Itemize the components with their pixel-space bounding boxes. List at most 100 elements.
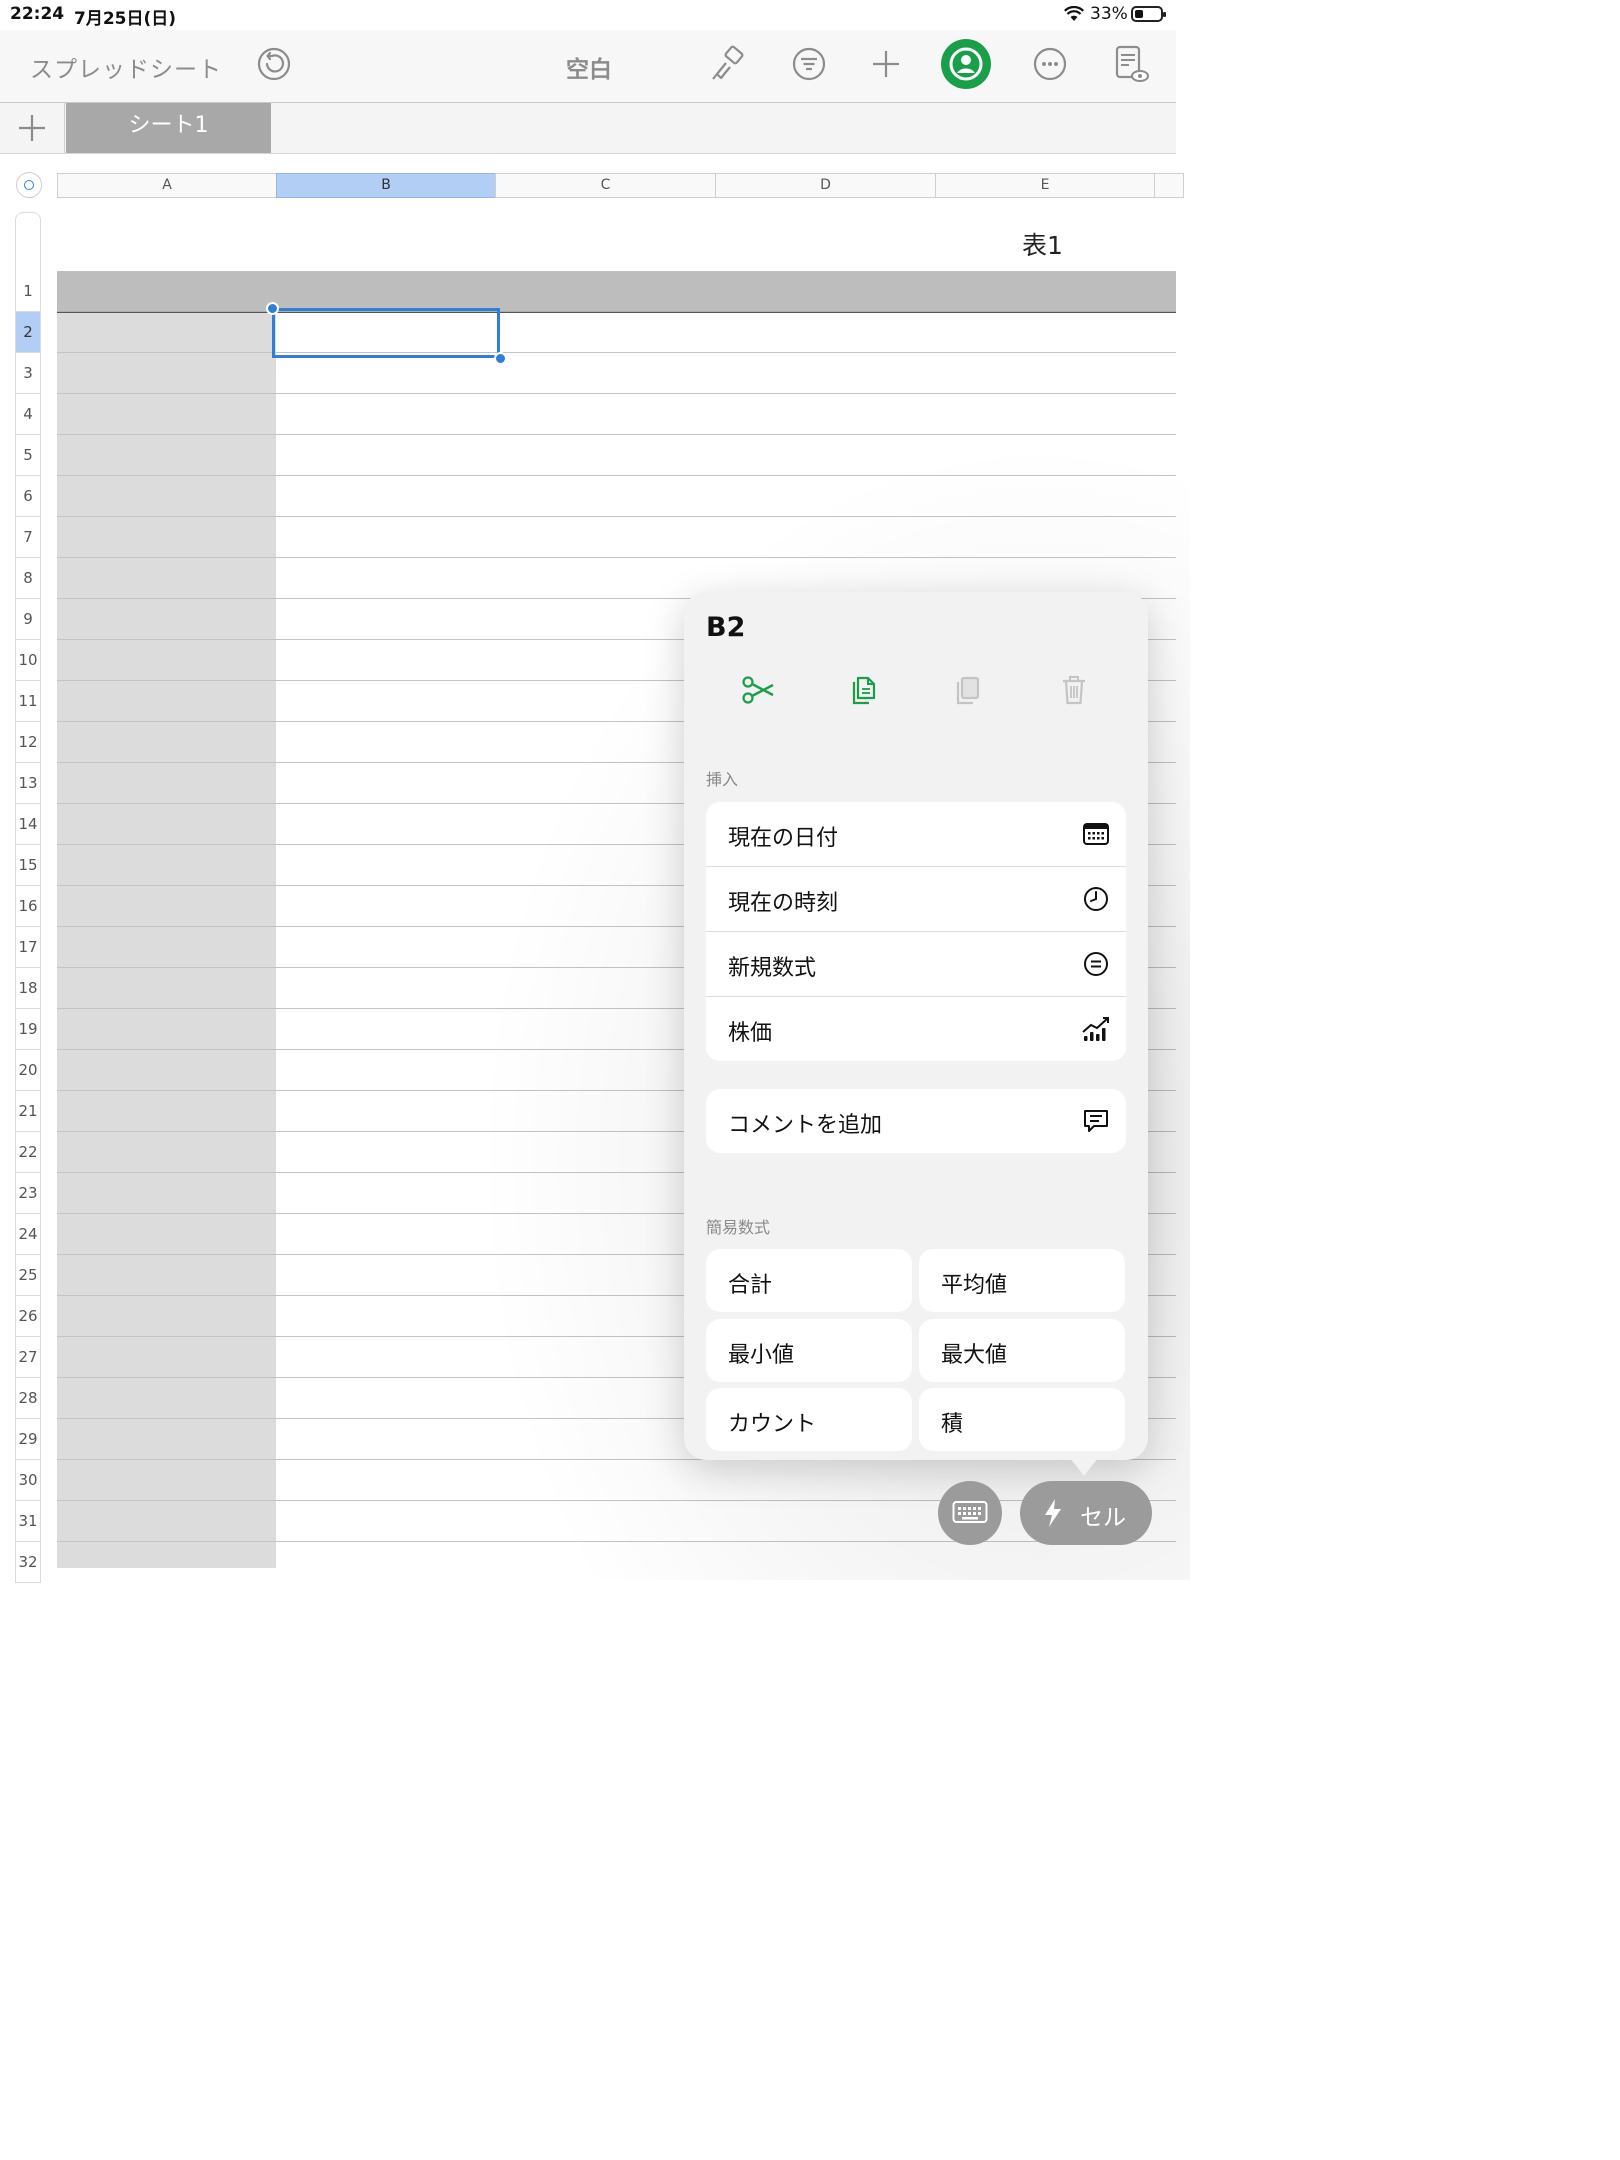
quick-count-button[interactable]: カウント [706, 1388, 912, 1451]
table-cell[interactable] [495, 353, 715, 394]
table-cell[interactable] [57, 394, 277, 435]
column-header-d[interactable]: D [715, 173, 936, 198]
table-cell[interactable] [276, 476, 496, 517]
table-cell[interactable] [1152, 845, 1176, 886]
row-header-10[interactable]: 10 [15, 640, 41, 681]
row-header-28[interactable]: 28 [15, 1378, 41, 1419]
table-cell[interactable] [57, 1050, 277, 1091]
table-cell[interactable] [1152, 722, 1176, 763]
table-cell[interactable] [1152, 435, 1176, 476]
table-cell[interactable] [495, 1378, 715, 1419]
row-header-16[interactable]: 16 [15, 886, 41, 927]
table-cell[interactable] [933, 353, 1153, 394]
table-cell[interactable] [276, 599, 496, 640]
table-cell[interactable] [57, 1132, 277, 1173]
table-cell[interactable] [495, 1337, 715, 1378]
table-cell[interactable] [57, 1173, 277, 1214]
table-cell[interactable] [714, 353, 934, 394]
table-cell[interactable] [714, 1542, 934, 1568]
table-cell[interactable] [276, 640, 496, 681]
selection-handle-top-left[interactable] [266, 302, 279, 315]
document-title[interactable]: 空白 [566, 50, 612, 84]
table-cell[interactable] [1152, 1091, 1176, 1132]
table-cell[interactable] [495, 394, 715, 435]
table-cell[interactable] [495, 1050, 715, 1091]
table-cell[interactable] [57, 1255, 277, 1296]
table-cell[interactable] [1152, 1542, 1176, 1568]
table-cell[interactable] [495, 1460, 715, 1501]
row-header-4[interactable]: 4 [15, 394, 41, 435]
table-cell[interactable] [1152, 1132, 1176, 1173]
table-cell[interactable] [1152, 1173, 1176, 1214]
table-cell[interactable] [57, 1091, 277, 1132]
column-header-a[interactable]: A [57, 173, 277, 198]
row-header-21[interactable]: 21 [15, 1091, 41, 1132]
table-cell[interactable] [276, 1501, 496, 1542]
insert-stock[interactable]: 株価 [706, 997, 1126, 1061]
table-cell[interactable] [57, 1009, 277, 1050]
table-cell[interactable] [495, 804, 715, 845]
table-cell[interactable] [276, 1337, 496, 1378]
table-cell[interactable] [495, 476, 715, 517]
table-cell[interactable] [57, 886, 277, 927]
row-header-3[interactable]: 3 [15, 353, 41, 394]
table-cell[interactable] [1152, 968, 1176, 1009]
table-cell[interactable] [1152, 476, 1176, 517]
table-cell[interactable] [495, 1214, 715, 1255]
cut-icon[interactable] [738, 670, 778, 710]
table-cell[interactable] [933, 435, 1153, 476]
select-all-button[interactable] [16, 172, 42, 198]
table-cell[interactable] [495, 886, 715, 927]
row-header-7[interactable]: 7 [15, 517, 41, 558]
table-cell[interactable] [1152, 1009, 1176, 1050]
table-cell[interactable] [1152, 1296, 1176, 1337]
table-cell[interactable] [933, 394, 1153, 435]
table-cell[interactable] [1152, 312, 1176, 353]
table-cell[interactable] [495, 517, 715, 558]
table-cell[interactable] [276, 681, 496, 722]
table-cell[interactable] [57, 1419, 277, 1460]
table-cell[interactable] [57, 353, 277, 394]
table-cell[interactable] [714, 394, 934, 435]
table-cell[interactable] [495, 640, 715, 681]
table-cell[interactable] [57, 435, 277, 476]
table-cell[interactable] [57, 1542, 277, 1568]
table-cell[interactable] [276, 1214, 496, 1255]
table-cell[interactable] [276, 394, 496, 435]
row-header-6[interactable]: 6 [15, 476, 41, 517]
table-cell[interactable] [1152, 599, 1176, 640]
row-header-24[interactable]: 24 [15, 1214, 41, 1255]
table-cell[interactable] [714, 312, 934, 353]
table-cell[interactable] [57, 517, 277, 558]
table-cell[interactable] [495, 558, 715, 599]
table-cell[interactable] [57, 1501, 277, 1542]
reading-view-icon[interactable] [1108, 42, 1152, 86]
table-title[interactable]: 表1 [1022, 226, 1063, 262]
column-header-c[interactable]: C [495, 173, 716, 198]
table-cell[interactable] [276, 353, 496, 394]
row-header-30[interactable]: 30 [15, 1460, 41, 1501]
row-header-9[interactable]: 9 [15, 599, 41, 640]
row-header-32[interactable]: 32 [15, 1542, 41, 1583]
quick-product-button[interactable]: 積 [919, 1388, 1125, 1451]
table-cell[interactable] [495, 845, 715, 886]
format-brush-icon[interactable] [706, 42, 750, 86]
table-cell[interactable] [57, 640, 277, 681]
table-cell[interactable] [57, 927, 277, 968]
keyboard-button[interactable] [938, 1481, 1002, 1545]
table-cell[interactable] [933, 1542, 1153, 1568]
table-cell[interactable] [495, 968, 715, 1009]
row-header-8[interactable]: 8 [15, 558, 41, 599]
table-cell[interactable] [57, 763, 277, 804]
table-cell[interactable] [57, 1337, 277, 1378]
undo-icon[interactable] [252, 42, 296, 86]
table-cell[interactable] [1152, 763, 1176, 804]
more-icon[interactable] [1028, 42, 1072, 86]
table-cell[interactable] [495, 763, 715, 804]
table-cell[interactable] [1152, 558, 1176, 599]
organize-filter-icon[interactable] [787, 42, 831, 86]
table-cell[interactable] [1152, 1255, 1176, 1296]
table-cell[interactable] [1152, 394, 1176, 435]
insert-current-date[interactable]: 現在の日付 [706, 802, 1126, 867]
table-cell[interactable] [714, 1460, 934, 1501]
